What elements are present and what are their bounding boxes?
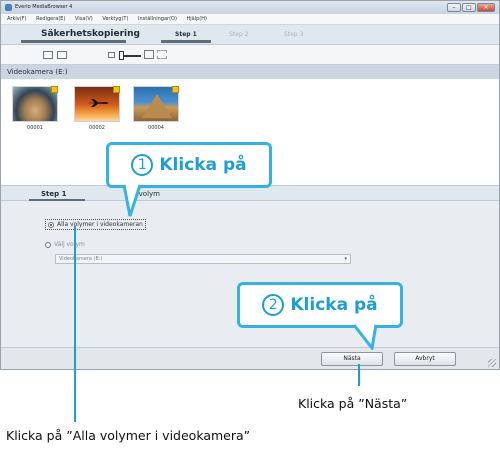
thumbnail-00001[interactable] [12,86,58,122]
menu-hjalp[interactable]: Hjälp(H) [187,16,207,22]
title-bar: Everio MediaBrowser 4 – □ ✕ [1,1,499,14]
resize-grip-icon[interactable] [488,359,496,367]
choose-volume-label: Välj volym [54,241,85,248]
panel-step-label: Step 1 [41,190,67,198]
maximize-button[interactable]: □ [462,3,476,12]
cancel-button[interactable]: Avbryt [394,352,456,366]
new-badge-icon [172,86,179,93]
menu-verktyg[interactable]: Verktyg(T) [102,16,128,22]
minimize-button[interactable]: – [447,3,461,12]
step-2-tab: Step 2 [229,31,249,38]
volume-select[interactable]: Videokamera (E:) ▾ [55,254,351,264]
callout-2-text: Klicka på [290,295,378,315]
window-title: Everio MediaBrowser 4 [15,4,73,10]
leader-line-next [358,364,360,386]
all-volumes-radio[interactable] [48,221,54,228]
choose-volume-radio[interactable] [45,241,51,248]
menu-arkiv[interactable]: Arkiv(F) [7,16,27,22]
menu-redigera[interactable]: Redigera(E) [36,16,65,22]
mode-title: Säkerhetskopiering [41,29,140,39]
menu-bar: Arkiv(F) Redigera(E) Visa(V) Verktyg(T) … [1,14,499,25]
step-3-tab: Step 3 [284,31,304,38]
menu-installningar[interactable]: Inställningar(O) [138,16,177,22]
callout-step-1: 1 Klicka på [106,142,272,188]
thumbnail-00002[interactable] [74,86,120,122]
grid-view-icon[interactable] [43,51,53,59]
mode-underline [21,40,126,43]
volume-select-value: Videokamera (E:) [59,256,103,262]
all-volumes-label: Alla volymer i videokameran [57,221,143,228]
all-volumes-option[interactable]: Alla volymer i videokameran [45,219,146,230]
step-number-1: 1 [131,154,154,176]
callout-1-text: Klicka på [159,155,247,175]
thumbnail-label: 00001 [27,125,43,131]
step-1-tab: Step 1 [175,31,197,38]
callout-1-tail [122,184,142,217]
view-toolbar [1,45,499,65]
callout-step-2: 2 Klicka på [237,282,403,328]
app-icon [5,4,12,11]
choose-volume-option[interactable]: Välj volym [45,241,85,248]
zoom-slider-track[interactable] [123,55,141,57]
new-badge-icon [113,86,120,93]
new-badge-icon [51,86,58,93]
zoom-slider-thumb[interactable] [119,51,124,60]
pyramid-icon [142,94,172,118]
window-controls: – □ ✕ [447,3,495,12]
zoom-large-icon[interactable] [144,50,154,59]
next-button[interactable]: Nästa [321,352,383,366]
airplane-icon [87,99,109,107]
list-view-icon[interactable] [57,51,67,59]
thumbnail-label: 00002 [89,125,105,131]
leader-line-all [74,226,76,422]
annotation-all-volumes: Klicka på ”Alla volymer i videokamera” [6,428,251,443]
fit-icon[interactable] [157,50,167,59]
zoom-small-icon[interactable] [108,52,115,58]
step-bar: Säkerhetskopiering Step 1 Step 2 Step 3 [1,25,499,45]
menu-visa[interactable]: Visa(V) [75,16,93,22]
step-number-2: 2 [262,294,285,316]
step-1-indicator [161,40,211,43]
camera-header: Videokamera (E:) [1,65,499,79]
annotation-next: Klicka på ”Nästa” [298,396,408,411]
thumbnail-label: 00004 [148,125,164,131]
chevron-down-icon: ▾ [344,256,347,262]
callout-2-tail [352,324,378,350]
close-button[interactable]: ✕ [477,3,495,12]
thumbnail-00004[interactable] [133,86,179,122]
